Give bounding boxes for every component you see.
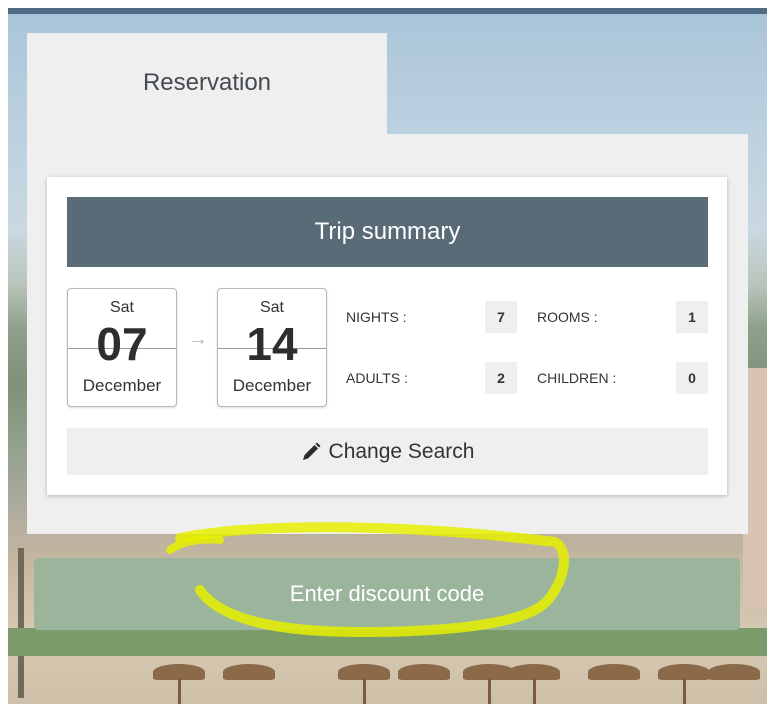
rooms-value: 1 xyxy=(676,301,708,333)
check-out-month: December xyxy=(232,376,312,395)
check-in-weekday: Sat xyxy=(109,299,134,316)
beach-umbrella xyxy=(708,664,760,680)
change-search-label: Change Search xyxy=(328,439,475,463)
beach-umbrella xyxy=(223,664,275,680)
check-out-day: 14 xyxy=(246,318,298,370)
check-out-weekday: Sat xyxy=(259,299,284,316)
trip-summary-title: Trip summary xyxy=(67,197,708,267)
nights-value: 7 xyxy=(485,301,517,333)
children-label: CHILDREN : xyxy=(537,370,617,386)
check-in-day: 07 xyxy=(96,318,148,370)
background-palm xyxy=(18,548,24,698)
beach-umbrella xyxy=(588,664,640,680)
check-in-date: Sat 07 December xyxy=(67,288,177,407)
umbrella-pole xyxy=(488,678,491,704)
umbrella-pole xyxy=(178,678,181,704)
adults-label: ADULTS : xyxy=(346,370,408,386)
check-out-date: Sat 14 December xyxy=(217,288,327,407)
change-search-button[interactable]: Change Search xyxy=(67,428,708,475)
adults-value: 2 xyxy=(485,362,517,394)
tab-reservation-label: Reservation xyxy=(142,69,272,96)
tab-reservation[interactable]: Reservation xyxy=(27,33,387,135)
background-hedge xyxy=(8,628,767,656)
beach-umbrella xyxy=(398,664,450,680)
enter-discount-code-label: Enter discount code xyxy=(289,581,485,606)
arrow-right-icon: → xyxy=(188,328,208,350)
children-value: 0 xyxy=(676,362,708,394)
nights-label: NIGHTS : xyxy=(346,309,407,325)
check-in-month: December xyxy=(82,376,162,395)
umbrella-pole xyxy=(363,678,366,704)
umbrella-pole xyxy=(683,678,686,704)
enter-discount-code-button[interactable]: Enter discount code xyxy=(34,558,740,630)
trip-summary-card: Trip summary Sat 07 December → Sat 14 De… xyxy=(47,177,727,495)
umbrella-pole xyxy=(533,678,536,704)
rooms-label: ROOMS : xyxy=(537,309,598,325)
pencil-icon xyxy=(302,442,321,460)
